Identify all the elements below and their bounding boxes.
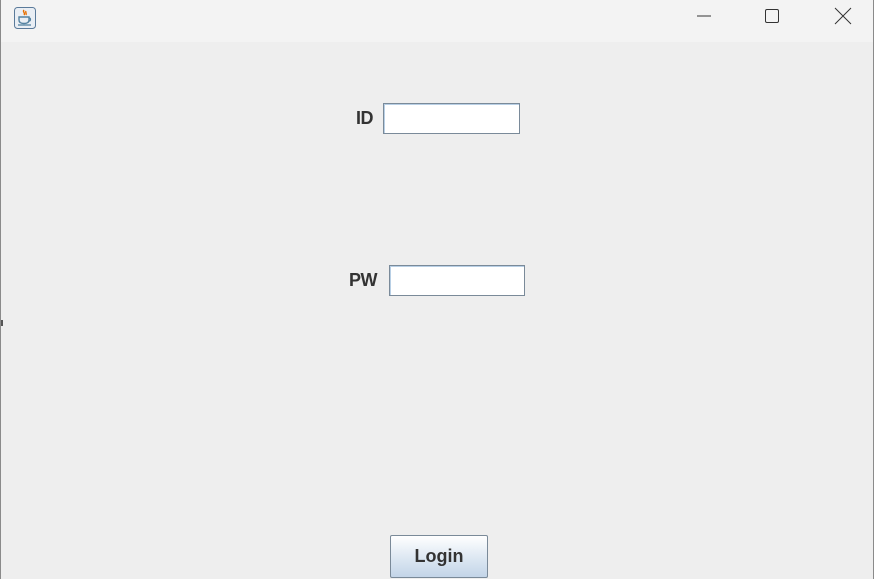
close-button[interactable] xyxy=(820,0,866,36)
minimize-icon xyxy=(696,8,712,29)
content-panel: ID PW Login xyxy=(1,42,873,579)
maximize-button[interactable] xyxy=(749,0,795,36)
close-icon xyxy=(834,7,852,30)
login-button[interactable]: Login xyxy=(390,535,488,578)
id-input[interactable] xyxy=(383,103,520,134)
login-window: ID PW Login xyxy=(0,0,874,579)
maximize-icon xyxy=(764,8,780,29)
minimize-button[interactable] xyxy=(681,0,727,36)
window-edge-mark xyxy=(1,320,3,326)
java-cup-icon[interactable] xyxy=(14,7,36,29)
pw-label: PW xyxy=(349,270,378,290)
id-label: ID xyxy=(356,108,374,128)
pw-input[interactable] xyxy=(389,265,525,296)
title-bar[interactable] xyxy=(1,0,873,42)
